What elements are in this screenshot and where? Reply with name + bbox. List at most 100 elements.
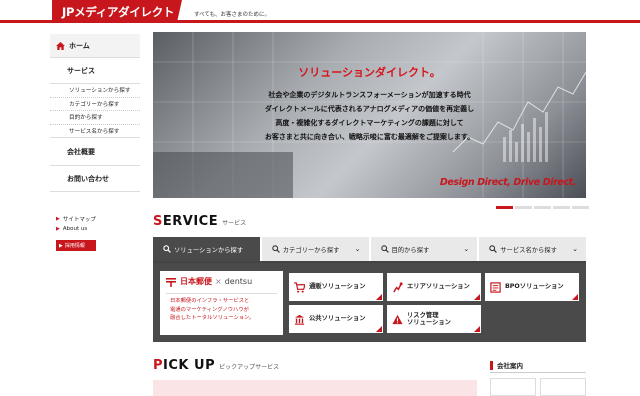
company-info-card[interactable] — [490, 378, 536, 396]
sidebar-nav: ホーム サービス ソリューションから探す カテゴリーから探す 目的から探す サー… — [50, 34, 140, 192]
dentsu-name: dentsu — [224, 277, 253, 286]
slider-dots — [496, 206, 589, 209]
site-header: JPメディアダイレクト すべても、お客さまのために。 — [0, 0, 640, 28]
hero-title: ソリューションダイレクト。 — [298, 66, 441, 79]
sidebar-subitem-label: カテゴリーから探す — [69, 101, 120, 108]
service-title-initial: S — [153, 214, 163, 229]
sidebar-item-contact[interactable]: お問い合わせ — [50, 166, 140, 192]
area-solution-button[interactable]: エリアソリューション — [387, 273, 481, 301]
corner-marker — [474, 294, 480, 300]
search-icon — [380, 245, 389, 253]
warning-icon — [392, 314, 403, 324]
header-rule — [0, 20, 640, 23]
tab-category[interactable]: カテゴリーから探す ⌄ — [261, 237, 371, 261]
service-tabs: ソリューションから探す カテゴリーから探す ⌄ 目的から探す ⌄ サービス名から… — [153, 237, 586, 263]
slider-dot[interactable] — [553, 206, 570, 209]
sidebar-item-company[interactable]: 会社概要 — [50, 138, 140, 166]
sidebar-item-label: サービス — [67, 66, 95, 75]
pickup-heading: PICK UP ピックアップサービス — [153, 358, 279, 373]
company-info-heading: 会社案内 — [490, 360, 523, 370]
tab-service-name[interactable]: サービス名から探す ⌄ — [479, 237, 586, 261]
sidebar-subitem-category[interactable]: カテゴリーから探す — [50, 98, 140, 111]
arrow-right-icon: ▶ — [56, 226, 60, 232]
company-info-divider — [490, 372, 586, 373]
corner-marker — [474, 326, 480, 332]
header-tagline: すべても、お客さまのために。 — [194, 12, 270, 18]
pickup-title-rest: ICK UP — [163, 358, 216, 373]
pickup-panel — [153, 380, 477, 396]
company-info-card[interactable] — [540, 378, 586, 396]
site-logo[interactable]: JPメディアダイレクト — [62, 4, 174, 20]
link-label: About us — [62, 226, 88, 232]
sidebar-item-label: お問い合わせ — [67, 174, 109, 183]
arrow-right-icon: ▶ — [56, 216, 60, 222]
hero-tagline-drive: Drive Direct. — [513, 177, 576, 188]
sidebar-subitem-purpose[interactable]: 目的から探す — [50, 111, 140, 125]
bpo-solution-button[interactable]: BPOソリューション — [485, 273, 579, 301]
corner-marker — [376, 294, 382, 300]
slider-dot[interactable] — [572, 206, 589, 209]
recruit-button[interactable]: ▶ 採用情報 — [56, 240, 96, 251]
document-icon — [490, 281, 501, 293]
risk-management-solution-button[interactable]: リスク管理 ソリューション — [387, 305, 481, 333]
tab-purpose[interactable]: 目的から探す ⌄ — [370, 237, 480, 261]
button-label: BPOソリューション — [505, 283, 564, 291]
building-icon — [294, 314, 305, 325]
chevron-down-icon: ⌄ — [572, 245, 578, 253]
slider-dot[interactable] — [515, 206, 532, 209]
tab-label: カテゴリーから探す — [282, 246, 340, 254]
sidebar-item-label: 会社概要 — [67, 147, 95, 156]
tab-label: サービス名から探す — [500, 246, 557, 254]
description-line: 日本郵便のインフラ・サービスと — [170, 298, 250, 304]
sidebar-item-services[interactable]: サービス — [50, 58, 140, 84]
tab-label: ソリューションから探す — [174, 246, 244, 254]
japan-post-name: 日本郵便 — [180, 277, 212, 286]
heading-accent-bar — [490, 360, 493, 370]
public-solution-button[interactable]: 公共ソリューション — [289, 305, 383, 333]
cart-icon — [294, 281, 305, 293]
jp-dentsu-description: 日本郵便のインフラ・サービスと 電通のマーケティングノウハウが 融合したトータル… — [170, 297, 277, 323]
tab-label: 目的から探す — [391, 246, 430, 254]
search-icon — [163, 245, 171, 253]
hero-tagline-design: Design Direct, — [439, 177, 511, 188]
slider-dot[interactable] — [496, 206, 513, 209]
hero-banner[interactable]: ソリューションダイレクト。 社会や企業のデジタルトランスフォーメーションが加速す… — [153, 32, 586, 198]
hero-line: ダイレクトメールに代表されるアナログメディアの価値を再定義し — [264, 105, 475, 113]
service-title: SERVICE — [153, 214, 218, 229]
chevron-down-icon: ⌄ — [354, 245, 361, 253]
jp-dentsu-card[interactable]: 日本郵便 × dentsu 日本郵便のインフラ・サービスと 電通のマーケティング… — [160, 271, 283, 335]
sidebar-subitem-service-name[interactable]: サービス名から探す — [50, 125, 140, 138]
sidebar-subitem-label: サービス名から探す — [69, 128, 120, 135]
description-line: 電通のマーケティングノウハウが — [170, 306, 249, 313]
button-label: 公共ソリューション — [309, 315, 366, 323]
slider-dot[interactable] — [534, 206, 551, 209]
sidebar-item-home[interactable]: ホーム — [50, 34, 140, 58]
mail-order-solution-button[interactable]: 通販ソリューション — [289, 273, 383, 301]
hero-tagline: Design Direct, Drive Direct. — [439, 177, 577, 188]
service-heading: SERVICE サービス — [153, 214, 246, 229]
sidebar-item-label: ホーム — [69, 41, 90, 50]
button-label: リスク管理 ソリューション — [407, 311, 451, 327]
card-divider — [166, 293, 277, 294]
recruit-label: 採用情報 — [64, 243, 85, 249]
company-info-title: 会社案内 — [497, 362, 523, 370]
tab-solution[interactable]: ソリューションから探す — [153, 237, 262, 261]
chevron-down-icon: ⌄ — [463, 245, 470, 253]
about-us-link[interactable]: ▶ About us — [56, 224, 96, 234]
hero-body: 社会や企業のデジタルトランスフォーメーションが加速する時代 ダイレクトメールに代… — [153, 88, 586, 144]
pickup-title: PICK UP — [153, 358, 215, 373]
corner-marker — [376, 326, 382, 332]
pickup-title-initial: P — [153, 358, 164, 373]
home-icon — [56, 41, 65, 50]
sidebar-subitem-label: ソリューションから探す — [69, 88, 131, 95]
corner-marker — [572, 294, 578, 300]
pickup-subtitle: ピックアップサービス — [219, 364, 280, 371]
sitemap-link[interactable]: ▶ サイトマップ — [56, 214, 96, 224]
sidebar-small-links: ▶ サイトマップ ▶ About us — [56, 214, 96, 234]
sidebar-subitem-solution[interactable]: ソリューションから探す — [50, 84, 140, 98]
sidebar-subitem-label: 目的から探す — [69, 115, 103, 122]
hero-line: お客さまと共に向き合い、戦略示唆に富む最適解をご提案します。 — [264, 133, 475, 141]
jp-dentsu-brand: 日本郵便 × dentsu — [166, 276, 252, 287]
service-panel: 日本郵便 × dentsu 日本郵便のインフラ・サービスと 電通のマーケティング… — [153, 263, 586, 342]
arrow-right-icon: ▶ — [59, 242, 63, 249]
